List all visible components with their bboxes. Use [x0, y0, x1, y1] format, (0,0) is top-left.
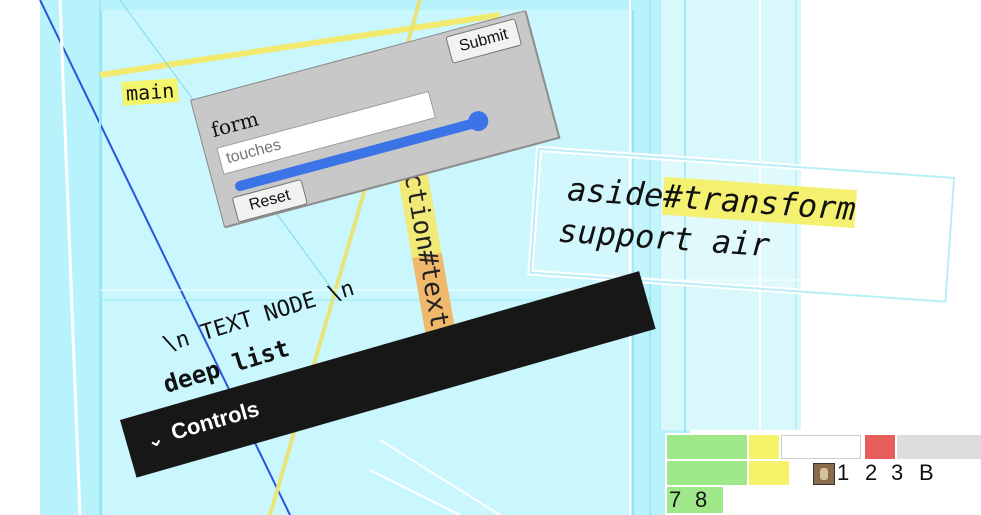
range-slider-thumb[interactable] [466, 108, 491, 134]
chevron-down-icon: ⌄ [143, 425, 167, 453]
aside-title-prefix: aside [566, 170, 665, 215]
legend-swatch-yellow [749, 435, 779, 459]
scene: main section#text form Submit Reset asid… [0, 0, 981, 515]
legend-swatch-yellow-2 [749, 461, 789, 485]
legend-swatch-red [865, 435, 895, 459]
legend-swatch-green-2 [667, 461, 747, 485]
legend-number: 1 [837, 460, 850, 485]
legend-swatch-gray-2 [897, 435, 981, 459]
controls-label: Controls [168, 395, 262, 445]
portrait-icon [813, 463, 835, 485]
legend-number: 2 [865, 460, 878, 485]
legend-number: 7 [669, 487, 682, 512]
legend-swatch-green [667, 435, 747, 459]
legend-number: 8 [695, 487, 708, 512]
legend-panel: 1 2 3 B 7 8 [665, 433, 981, 515]
main-label: main [121, 78, 179, 106]
legend-swatch-gray [781, 435, 861, 459]
legend-number: 3 [891, 460, 904, 485]
legend-number: B [919, 460, 934, 485]
